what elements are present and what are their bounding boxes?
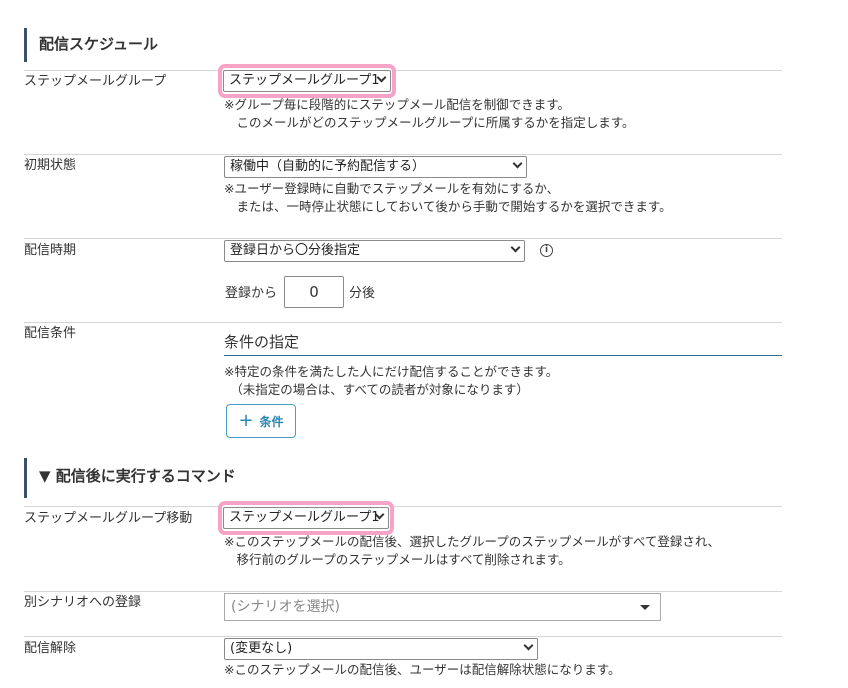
condition-title: 条件の指定 — [224, 332, 782, 356]
timing-select[interactable]: 登録日から〇分後指定 — [224, 240, 525, 262]
group-select[interactable]: ステップメールグループ1 — [223, 70, 391, 92]
scenario-select[interactable]: (シナリオを選択) — [224, 593, 661, 621]
initial-note: ※ユーザー登録時に自動でステップメールを有効にするか、 または、一時停止状態にし… — [224, 181, 672, 214]
move-label: ステップメールグループ移動 — [24, 511, 193, 526]
condition-note: ※特定の条件を満たした人にだけ配信することができます。 （未指定の場合は、すべて… — [224, 364, 559, 397]
move-select-value: ステップメールグループ1 — [229, 510, 380, 525]
divider — [24, 154, 782, 155]
group-label: ステップメールグループ — [24, 74, 167, 89]
divider — [24, 322, 782, 323]
caret-down-icon — [640, 605, 650, 610]
unsubscribe-select-value: (変更なし) — [230, 641, 293, 656]
minutes-input[interactable]: 0 — [284, 276, 344, 308]
timing-suffix: 分後 — [349, 286, 376, 301]
divider — [24, 591, 782, 592]
move-note: ※このステップメールの配信後、選択したグループのステップメールがすべて登録され、… — [224, 534, 720, 567]
add-condition-button[interactable]: + 条件 — [226, 404, 296, 438]
add-condition-label: 条件 — [259, 414, 284, 429]
timing-label: 配信時期 — [24, 243, 77, 258]
schedule-heading: 配信スケジュール — [24, 28, 158, 62]
divider — [24, 238, 782, 239]
initial-label: 初期状態 — [24, 158, 77, 173]
chevron-down-icon — [523, 640, 534, 651]
timing-select-value: 登録日から〇分後指定 — [230, 243, 361, 258]
info-icon[interactable]: i — [540, 244, 553, 257]
condition-label: 配信条件 — [24, 326, 77, 341]
scenario-label: 別シナリオへの登録 — [24, 595, 142, 610]
unsubscribe-select[interactable]: (変更なし) — [224, 638, 538, 660]
initial-select-value: 稼働中（自動的に予約配信する） — [230, 159, 426, 174]
divider — [24, 636, 782, 637]
divider — [24, 70, 782, 71]
plus-icon: + — [238, 410, 254, 431]
timing-prefix: 登録から — [225, 286, 278, 301]
initial-select[interactable]: 稼働中（自動的に予約配信する） — [224, 156, 527, 178]
commands-heading: ▼ 配信後に実行するコマンド — [24, 458, 236, 498]
group-select-value: ステップメールグループ1 — [229, 73, 380, 88]
chevron-down-icon — [512, 158, 523, 169]
unsubscribe-label: 配信解除 — [24, 641, 77, 656]
unsubscribe-note: ※このステップメールの配信後、ユーザーは配信解除状態になります。 — [224, 662, 621, 677]
divider — [24, 506, 782, 507]
chevron-down-icon — [510, 242, 521, 253]
move-select[interactable]: ステップメールグループ1 — [223, 507, 389, 529]
group-note: ※グループ毎に段階的にステップメール配信を制御できます。 このメールがどのステッ… — [224, 97, 635, 130]
scenario-placeholder: (シナリオを選択) — [231, 599, 340, 615]
